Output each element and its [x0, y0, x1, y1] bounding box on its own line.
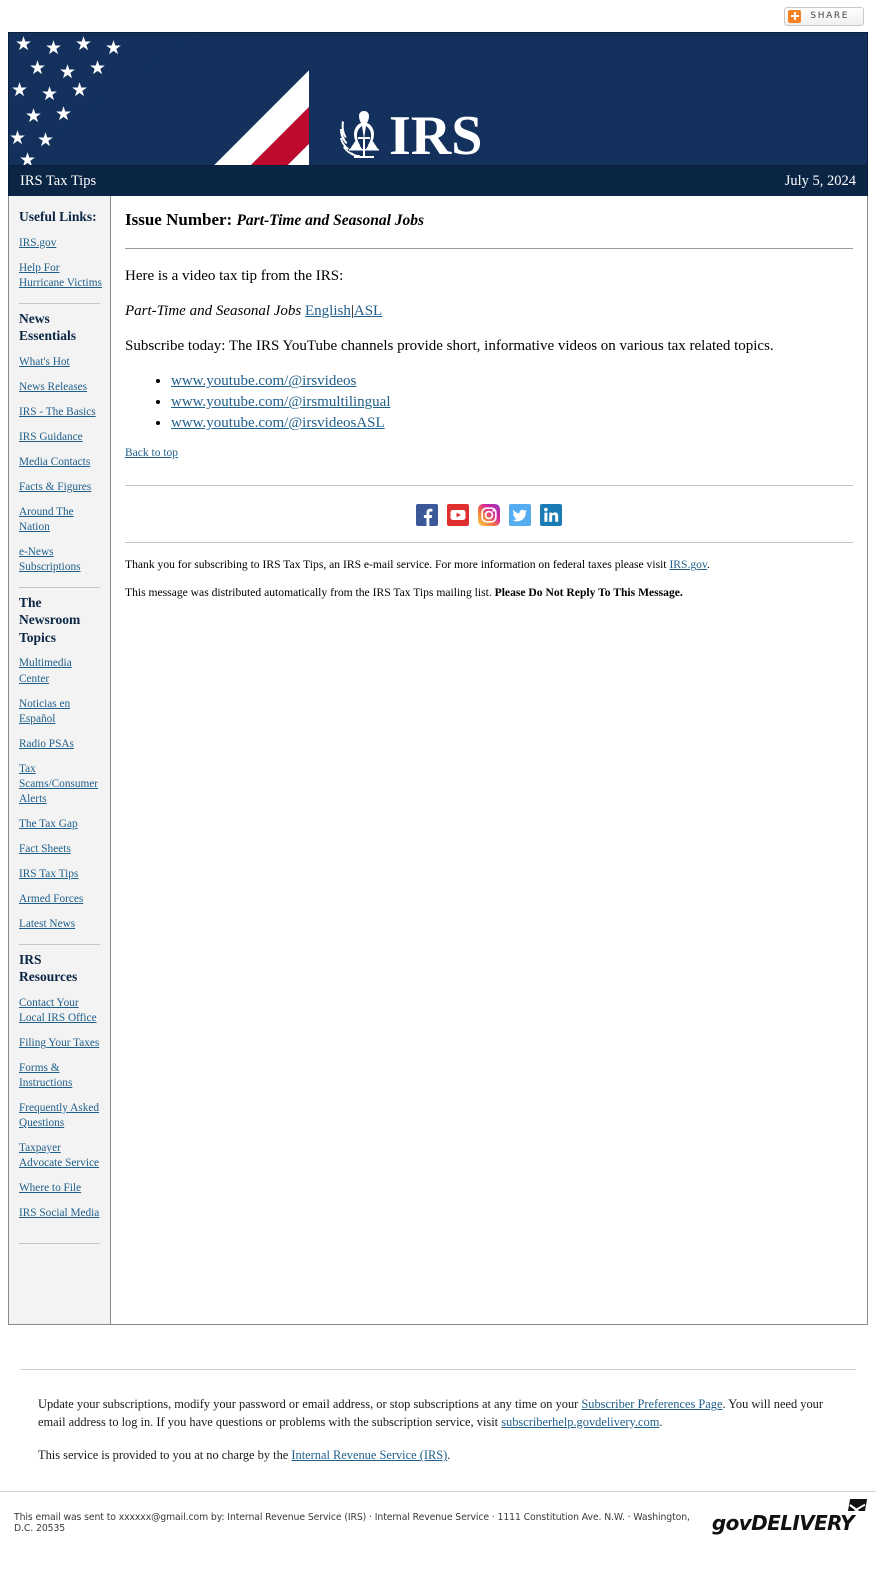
linkedin-icon[interactable] [540, 504, 562, 527]
email-sent-to-notice: This email was sent to xxxxxx@gmail.com … [14, 1511, 690, 1534]
sidebar-heading-irs-resources: IRS Resources [19, 951, 78, 985]
sidebar: Useful Links: IRS.gov Help For Hurricane… [9, 196, 111, 1324]
content-divider-top [125, 248, 853, 249]
sidebar-item-media-contacts[interactable]: Media Contacts [19, 455, 102, 470]
youtube-channel-list: www.youtube.com/@irsvideos www.youtube.c… [125, 371, 853, 433]
sidebar-item-latest-news[interactable]: Latest News [19, 917, 102, 932]
social-media-row [125, 504, 853, 527]
thank-you-text: Thank you for subscribing to IRS Tax Tip… [125, 558, 670, 572]
service-text-prefix: This service is provided to you at no ch… [38, 1448, 292, 1463]
update-text-part1: Update your subscriptions, modify your p… [38, 1397, 582, 1411]
sidebar-item-facts-and-figures[interactable]: Facts & Figures [19, 480, 102, 495]
sidebar-item-irs-gov[interactable]: IRS.gov [19, 236, 102, 251]
list-item: www.youtube.com/@irsvideos [171, 371, 853, 392]
auto-distribution-paragraph: This message was distributed automatical… [125, 585, 853, 601]
sidebar-divider [19, 586, 100, 588]
share-button-label: SHARE [810, 11, 849, 21]
video-english-link[interactable]: English [305, 303, 351, 319]
youtube-link-irsmultilingual[interactable]: www.youtube.com/@irsmultilingual [171, 394, 391, 410]
sidebar-item-irs-guidance[interactable]: IRS Guidance [19, 430, 102, 445]
subscribe-paragraph: Subscribe today: The IRS YouTube channel… [125, 337, 774, 354]
irs-wordmark: IRS [389, 105, 483, 166]
sidebar-item-contact-your-local-irs-office[interactable]: Contact Your Local IRS Office [19, 996, 102, 1026]
sidebar-item-irs-social-media[interactable]: IRS Social Media [19, 1206, 102, 1221]
update-subscriptions-paragraph: Update your subscriptions, modify your p… [38, 1396, 838, 1431]
thank-you-paragraph: Thank you for subscribing to IRS Tax Tip… [125, 557, 853, 573]
irs-logo: IRS [334, 105, 483, 166]
sidebar-item-the-tax-gap[interactable]: The Tax Gap [19, 817, 102, 832]
irs-gov-link[interactable]: IRS.gov [669, 558, 707, 571]
subscriber-preferences-link[interactable]: Subscriber Preferences Page [581, 1397, 722, 1411]
irs-eagle-scales-emblem [340, 111, 379, 158]
govdelivery-wordmark: govDELIVERY [711, 1510, 855, 1535]
youtube-icon[interactable] [447, 504, 469, 527]
envelope-icon [847, 1498, 868, 1511]
youtube-link-irsvideosasl[interactable]: www.youtube.com/@irsvideosASL [171, 415, 385, 431]
sidebar-item-frequently-asked-questions[interactable]: Frequently Asked Questions [19, 1101, 102, 1131]
sidebar-item-forms-and-instructions[interactable]: Forms & Instructions [19, 1061, 102, 1091]
video-title: Part-Time and Seasonal Jobs [125, 302, 302, 319]
newsletter-date: July 5, 2024 [784, 172, 856, 189]
irs-banner: ★ ★ ★ ★ ★ ★ ★ ★ ★ ★ ★ ★ ★ ★ ★ IRS [8, 32, 868, 166]
thank-you-suffix: . [707, 558, 710, 572]
sidebar-item-irs-tax-tips[interactable]: IRS Tax Tips [19, 867, 102, 882]
list-item: www.youtube.com/@irsmultilingual [171, 392, 853, 413]
plus-icon [788, 9, 802, 23]
video-asl-link[interactable]: ASL [354, 303, 382, 319]
subscriber-help-link[interactable]: subscriberhelp.govdelivery.com [501, 1415, 659, 1429]
do-not-reply-notice: Please Do Not Reply To This Message. [494, 586, 683, 600]
sidebar-item-irs-the-basics[interactable]: IRS - The Basics [19, 405, 102, 420]
share-button[interactable]: SHARE [784, 6, 864, 26]
footer-bar: This email was sent to xxxxxx@gmail.com … [0, 1492, 876, 1554]
govdelivery-logo: govDELIVERY [711, 1498, 868, 1535]
newsletter-titlebar: IRS Tax Tips July 5, 2024 [8, 166, 868, 196]
back-to-top-link[interactable]: Back to top [125, 447, 178, 459]
internal-revenue-service-link[interactable]: Internal Revenue Service (IRS) [291, 1448, 447, 1462]
sidebar-heading-newsroom-topics: The Newsroom Topics [19, 594, 81, 645]
sidebar-heading-news-essentials: News Essentials [19, 310, 77, 344]
sidebar-item-news-releases[interactable]: News Releases [19, 380, 102, 395]
sidebar-item-noticias-en-espanol[interactable]: Noticias en Español [19, 697, 102, 727]
sidebar-item-fact-sheets[interactable]: Fact Sheets [19, 842, 102, 857]
sidebar-item-help-for-hurricane-victims[interactable]: Help For Hurricane Victims [19, 261, 102, 291]
issue-number-label: Issue Number: [125, 210, 233, 229]
sidebar-divider [19, 302, 100, 304]
sidebar-item-enews-subscriptions[interactable]: e-News Subscriptions [19, 545, 102, 575]
subscription-footer: Update your subscriptions, modify your p… [38, 1396, 838, 1465]
sidebar-item-whats-hot[interactable]: What's Hot [19, 355, 102, 370]
list-item: www.youtube.com/@irsvideosASL [171, 413, 853, 434]
us-flag-graphic: ★ ★ ★ ★ ★ ★ ★ ★ ★ ★ ★ ★ ★ ★ ★ [9, 33, 309, 165]
sidebar-item-taxpayer-advocate-service[interactable]: Taxpayer Advocate Service [19, 1141, 102, 1171]
sidebar-item-filing-your-taxes[interactable]: Filing Your Taxes [19, 1036, 102, 1051]
issue-subject: Part-Time and Seasonal Jobs [236, 212, 425, 229]
video-title-line: Part-Time and Seasonal Jobs English|ASL [125, 302, 853, 322]
youtube-link-irsvideos[interactable]: www.youtube.com/@irsvideos [171, 373, 356, 389]
sidebar-item-around-the-nation[interactable]: Around The Nation [19, 505, 102, 535]
footer-separator [20, 1369, 856, 1370]
back-to-top-wrapper: Back to top [125, 447, 853, 459]
facebook-icon[interactable] [416, 504, 438, 527]
newsletter-name: IRS Tax Tips [20, 172, 97, 189]
auto-distribution-text: This message was distributed automatical… [125, 586, 495, 600]
sidebar-divider [19, 943, 100, 945]
sidebar-heading-useful-links: Useful Links: [19, 209, 97, 224]
sidebar-item-armed-forces[interactable]: Armed Forces [19, 892, 102, 907]
content-divider-social-top [125, 485, 853, 487]
email-body: Useful Links: IRS.gov Help For Hurricane… [8, 196, 868, 1325]
update-text-part3: . [659, 1414, 663, 1429]
issue-number-line: Issue Number: Part-Time and Seasonal Job… [125, 210, 853, 230]
sidebar-item-radio-psas[interactable]: Radio PSAs [19, 737, 102, 752]
service-provided-paragraph: This service is provided to you at no ch… [38, 1447, 838, 1465]
content-area: Issue Number: Part-Time and Seasonal Job… [111, 196, 867, 1324]
sidebar-divider [19, 1242, 100, 1244]
sidebar-item-multimedia-center[interactable]: Multimedia Center [19, 656, 102, 686]
sidebar-item-where-to-file[interactable]: Where to File [19, 1181, 102, 1196]
sidebar-item-tax-scams-consumer-alerts[interactable]: Tax Scams/Consumer Alerts [19, 762, 102, 807]
twitter-icon[interactable] [509, 504, 531, 527]
intro-paragraph: Here is a video tax tip from the IRS: [125, 268, 344, 284]
service-text-suffix: . [447, 1448, 451, 1463]
content-divider-social-bottom [125, 542, 853, 544]
instagram-icon[interactable] [478, 504, 500, 527]
share-bar: SHARE [0, 0, 876, 32]
